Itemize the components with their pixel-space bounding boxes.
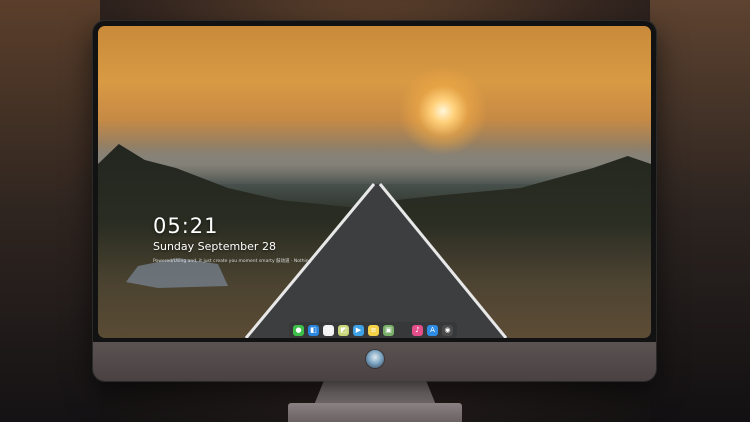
monitor-stand-base — [288, 403, 462, 422]
photos-icon[interactable]: ▣ — [383, 324, 394, 336]
lock-screen-date: Sunday September 28 — [153, 240, 276, 253]
background-blur-right — [650, 0, 750, 422]
music-icon[interactable]: ♪ — [412, 324, 423, 336]
monitor-chin — [93, 342, 656, 381]
preview-icon[interactable]: ◩ — [338, 324, 349, 336]
monitor: 05:21 Sunday September 28 Powered/Using … — [93, 21, 656, 381]
clock-icon[interactable]: ◷ — [323, 324, 334, 336]
finder-icon[interactable]: ◧ — [308, 324, 319, 336]
monitor-logo-icon — [366, 350, 384, 368]
road — [126, 183, 508, 338]
screen-wallpaper: 05:21 Sunday September 28 Powered/Using … — [98, 26, 651, 338]
lock-screen-time: 05:21 — [153, 214, 219, 238]
app-store-icon[interactable]: A — [427, 324, 438, 336]
notes-icon[interactable]: ≡ — [368, 324, 379, 336]
camera-icon[interactable]: ◉ — [442, 324, 453, 336]
messages-icon[interactable]: ● — [293, 324, 304, 336]
dock: ● ◧ ◷ ◩ ▶ ≡ ▣ ♪ A ◉ — [289, 322, 457, 338]
videos-icon[interactable]: ▶ — [353, 324, 364, 336]
lock-screen-subtext: Powered/Using and, it just create you mo… — [153, 259, 312, 264]
background-blur-left — [0, 0, 100, 422]
monitor-stand-neck — [314, 381, 436, 405]
